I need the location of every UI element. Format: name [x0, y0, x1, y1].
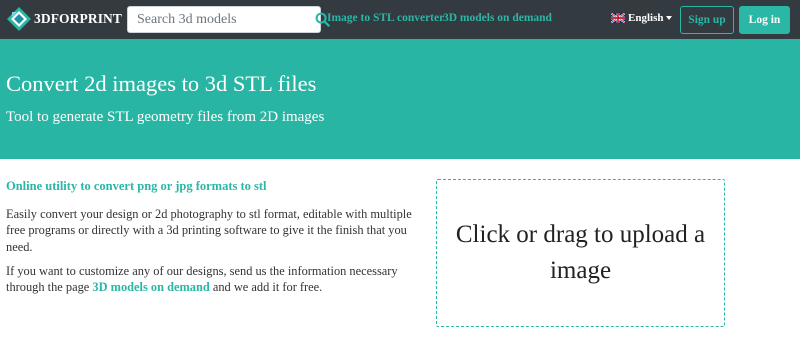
upload-prompt: Click or drag to upload a image: [455, 221, 706, 284]
signup-button[interactable]: Sign up: [680, 6, 734, 34]
search-input[interactable]: [128, 7, 315, 32]
logo-text: 3DFORPRINT: [34, 11, 122, 26]
section-heading: Online utility to convert png or jpg for…: [6, 179, 267, 193]
nav-link-image-to-stl[interactable]: Image to STL converter: [327, 12, 444, 24]
language-selector[interactable]: English: [611, 12, 673, 24]
main-content: Online utility to convert png or jpg for…: [0, 159, 800, 343]
hero-subtitle: Tool to generate STL geometry files from…: [6, 109, 325, 125]
login-button[interactable]: Log in: [739, 6, 790, 34]
image-upload-dropzone[interactable]: Click or drag to upload a image: [436, 179, 725, 327]
customize-paragraph: If you want to customize any of our desi…: [6, 263, 426, 296]
uk-flag-icon: [611, 13, 625, 23]
site-logo[interactable]: 3DFORPRINT: [6, 6, 122, 32]
language-label: English: [628, 12, 664, 24]
hero-banner: Convert 2d images to 3d STL files Tool t…: [0, 39, 800, 159]
logo-mark-icon: [7, 7, 31, 31]
nav-link-models-on-demand[interactable]: 3D models on demand: [443, 12, 552, 24]
models-on-demand-link[interactable]: 3D models on demand: [92, 280, 209, 294]
intro-paragraph: Easily convert your design or 2d photogr…: [6, 207, 412, 254]
top-navbar: 3DFORPRINT Image to STL converter 3D mod…: [0, 0, 800, 39]
customize-text-end: and we add it for free.: [209, 280, 323, 295]
hero-title: Convert 2d images to 3d STL files: [6, 71, 317, 96]
search-box: [127, 6, 330, 33]
caret-down-icon: [666, 16, 673, 20]
